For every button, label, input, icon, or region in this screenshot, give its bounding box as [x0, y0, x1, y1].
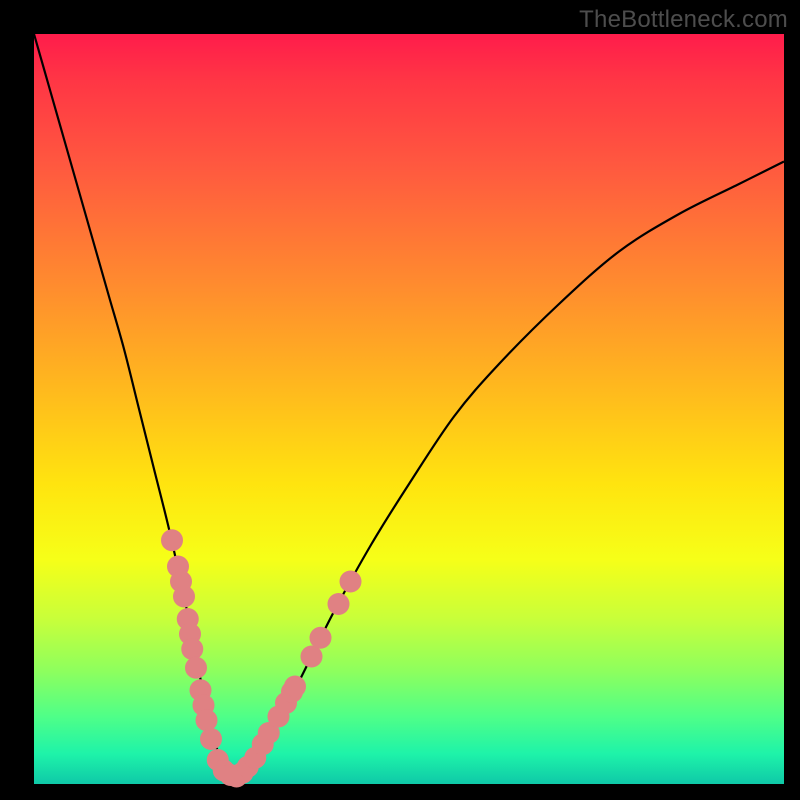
marker-dot	[340, 571, 362, 593]
marker-dot	[328, 593, 350, 615]
marker-dot	[200, 728, 222, 750]
marker-dot	[301, 646, 323, 668]
chart-frame: TheBottleneck.com	[0, 0, 800, 800]
marker-dot	[310, 627, 332, 649]
watermark-text: TheBottleneck.com	[579, 6, 788, 34]
marker-dot	[185, 657, 207, 679]
marker-dot	[161, 529, 183, 551]
plot-area	[34, 34, 784, 784]
marker-dot	[196, 709, 218, 731]
marker-dot	[284, 676, 306, 698]
marker-dots	[161, 529, 362, 787]
marker-dot	[173, 586, 195, 608]
curve-svg	[34, 34, 784, 784]
bottleneck-curve	[34, 34, 784, 777]
marker-dot	[181, 638, 203, 660]
